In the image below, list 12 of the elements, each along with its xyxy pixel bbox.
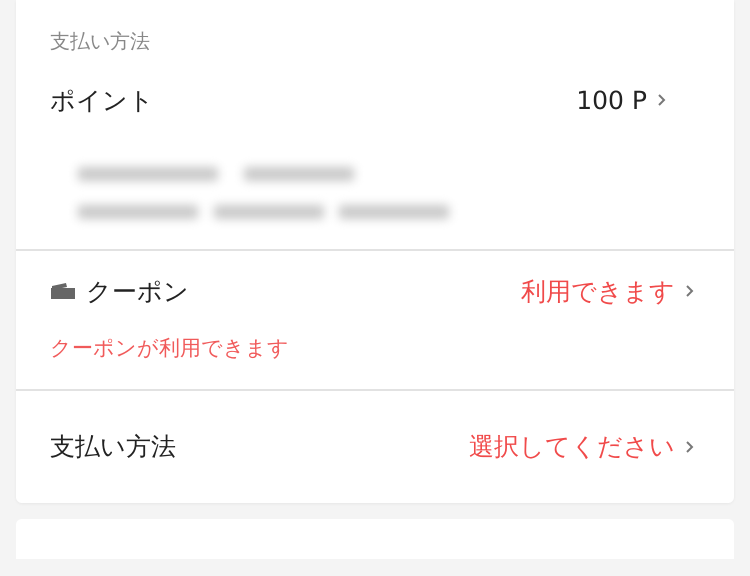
- coupon-notice: クーポンが利用できます: [50, 335, 290, 362]
- chevron-right-icon: [685, 440, 694, 454]
- ticket-icon: [50, 282, 76, 300]
- payment-method-label: 支払い方法: [50, 431, 176, 464]
- points-value[interactable]: 100 P: [576, 86, 700, 114]
- section-title: 支払い方法: [49, 28, 151, 55]
- coupon-value[interactable]: 利用できます: [521, 274, 700, 308]
- chevron-right-icon: [685, 284, 694, 298]
- payment-method-value[interactable]: 選択してください: [469, 430, 700, 464]
- coupon-label: クーポン: [86, 276, 189, 308]
- chevron-right-icon: [657, 93, 666, 107]
- points-label: ポイント: [50, 84, 154, 116]
